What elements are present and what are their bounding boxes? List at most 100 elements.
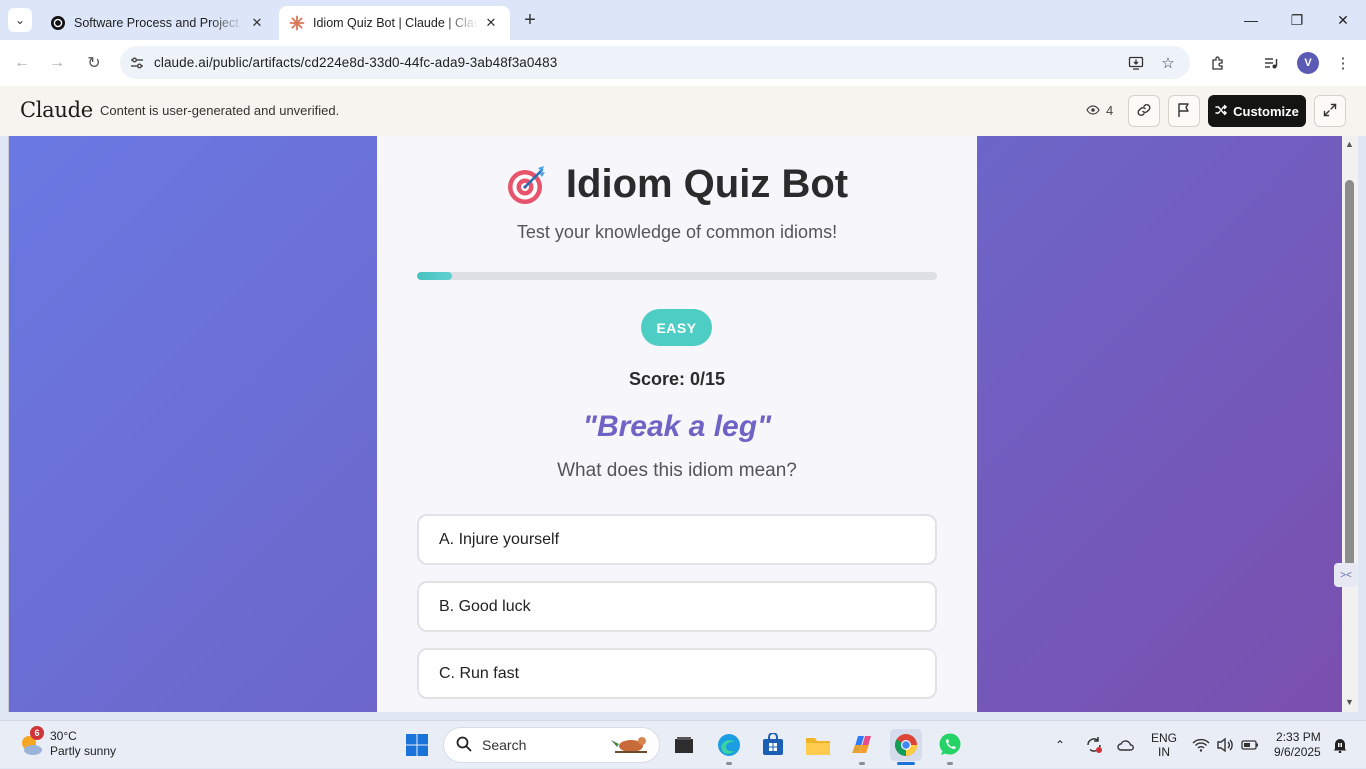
start-button[interactable] [401, 729, 433, 761]
side-panel-handle[interactable]: >< [1334, 563, 1358, 587]
quiz-title-text: Idiom Quiz Bot [565, 162, 849, 206]
browser-toolbar: ← → ↻ claude.ai/public/artifacts/cd224e8… [0, 40, 1366, 86]
battery-icon[interactable] [1241, 721, 1259, 769]
option-b-button[interactable]: B. Good luck [417, 581, 937, 632]
menu-kebab-icon[interactable]: ⋮ [1331, 51, 1355, 75]
reload-icon[interactable]: ↻ [82, 51, 106, 75]
content-notice: Content is user-generated and unverified… [100, 103, 340, 118]
language-code: ENG [1151, 731, 1178, 745]
chrome-icon[interactable] [890, 729, 922, 761]
difficulty-badge: EASY [641, 309, 712, 346]
view-count-value: 4 [1106, 103, 1114, 118]
clock-date: 9/6/2025 [1274, 745, 1321, 759]
tab-software-process[interactable]: Software Process and Project M ✕ [40, 6, 276, 40]
whatsapp-icon[interactable] [934, 729, 966, 761]
running-indicator [726, 762, 732, 765]
site-info-icon[interactable] [120, 46, 154, 79]
scroll-down-icon[interactable]: ▼ [1345, 697, 1354, 707]
quiz-subtitle: Test your knowledge of common idioms! [516, 222, 838, 242]
view-count: 4 [1086, 103, 1113, 118]
new-tab-button[interactable]: + [518, 9, 542, 31]
openai-icon [50, 15, 66, 31]
back-icon[interactable]: ← [10, 51, 34, 75]
weather-temp: 30°C [50, 729, 77, 743]
wifi-icon[interactable] [1192, 721, 1210, 769]
claude-header: Claude Content is user-generated and unv… [0, 86, 1366, 136]
score-display: Score: 0/15 [628, 369, 726, 389]
weather-alert-badge: 6 [30, 726, 44, 740]
address-bar[interactable]: claude.ai/public/artifacts/cd224e8d-33d0… [120, 46, 1190, 79]
taskbar-search[interactable]: Search [443, 727, 660, 763]
close-icon[interactable]: ✕ [248, 14, 266, 32]
copy-link-button[interactable] [1128, 95, 1160, 127]
link-icon [1136, 102, 1152, 121]
search-label: Search [482, 737, 527, 753]
quiz-progress-fill [417, 272, 452, 280]
volume-icon[interactable] [1216, 721, 1234, 769]
quiz-progress-bar [417, 272, 937, 280]
tab-title: Idiom Quiz Bot | Claude | Claude [313, 16, 478, 30]
eye-icon [1086, 103, 1100, 118]
customize-button[interactable]: Customize [1208, 95, 1306, 127]
copilot-icon[interactable] [846, 729, 878, 761]
notifications-icon[interactable] [1332, 721, 1348, 769]
running-indicator [859, 762, 865, 765]
tab-strip: ⌄ Software Process and Project M ✕ Idiom… [0, 0, 1366, 40]
forward-icon[interactable]: → [45, 51, 69, 75]
tab-idiom-quiz[interactable]: Idiom Quiz Bot | Claude | Claude ✕ [279, 6, 510, 40]
question-text: What does this idiom mean? [557, 460, 797, 481]
customize-label: Customize [1233, 103, 1299, 119]
clock-time: 2:33 PM [1276, 730, 1321, 744]
chevron-down-icon: ⌄ [14, 13, 26, 27]
weather-widget[interactable]: 6 30°C Partly sunny [18, 726, 117, 759]
microsoft-store-icon[interactable] [757, 729, 789, 761]
quiz-card: Idiom Quiz Bot Test your knowledge of co… [377, 136, 977, 712]
media-controls-icon[interactable] [1259, 51, 1283, 75]
chevron-up-icon: ⌃ [1055, 738, 1066, 752]
edge-icon[interactable] [713, 729, 745, 761]
claude-icon [289, 15, 305, 31]
sync-icon[interactable] [1085, 721, 1103, 769]
bookmark-star-icon[interactable]: ☆ [1156, 51, 1180, 75]
scroll-up-icon[interactable]: ▲ [1345, 139, 1354, 149]
flag-icon [1177, 102, 1191, 121]
task-view-icon[interactable] [668, 729, 700, 761]
target-icon [506, 164, 548, 206]
close-icon[interactable]: ✕ [482, 14, 500, 32]
restore-icon[interactable]: ❐ [1285, 8, 1309, 32]
artifact-viewport: Idiom Quiz Bot Test your knowledge of co… [8, 136, 1342, 712]
tab-title: Software Process and Project M [74, 16, 244, 30]
weather-desc: Partly sunny [50, 744, 117, 758]
fullscreen-button[interactable] [1314, 95, 1346, 127]
idiom-text: "Break a leg" [582, 410, 772, 443]
taskbar: 6 30°C Partly sunny Search ⌃ ENG IN 2:33… [0, 720, 1366, 768]
report-button[interactable] [1168, 95, 1200, 127]
scrollbar-thumb[interactable] [1345, 180, 1354, 568]
onedrive-icon[interactable] [1117, 721, 1135, 769]
url-text: claude.ai/public/artifacts/cd224e8d-33d0… [154, 55, 558, 70]
file-explorer-icon[interactable] [802, 729, 834, 761]
show-hidden-icons[interactable]: ⌃ [1055, 721, 1065, 769]
tab-search-button[interactable]: ⌄ [8, 8, 32, 32]
option-c-button[interactable]: C. Run fast [417, 648, 937, 699]
clock[interactable]: 2:33 PM 9/6/2025 [1274, 721, 1321, 769]
running-indicator [947, 762, 953, 765]
search-icon [456, 736, 472, 755]
page-scrollbar[interactable]: ▲ ▼ [1342, 136, 1358, 712]
region-code: IN [1158, 745, 1170, 759]
bird-illustration-icon [609, 732, 653, 759]
shuffle-icon [1215, 104, 1228, 119]
install-app-icon[interactable] [1124, 51, 1148, 75]
extensions-icon[interactable] [1206, 51, 1230, 75]
claude-logo[interactable]: Claude [20, 98, 93, 122]
close-window-icon[interactable]: ✕ [1331, 8, 1355, 32]
expand-icon [1323, 103, 1337, 120]
minimize-icon[interactable]: — [1239, 8, 1263, 32]
language-indicator[interactable]: ENG IN [1151, 721, 1177, 769]
profile-avatar[interactable]: V [1297, 52, 1319, 74]
option-a-button[interactable]: A. Injure yourself [417, 514, 937, 565]
active-indicator [897, 762, 915, 765]
partly-sunny-icon: 6 [18, 726, 44, 756]
quiz-title: Idiom Quiz Bot [377, 162, 977, 207]
collapse-icon: >< [1340, 569, 1352, 581]
